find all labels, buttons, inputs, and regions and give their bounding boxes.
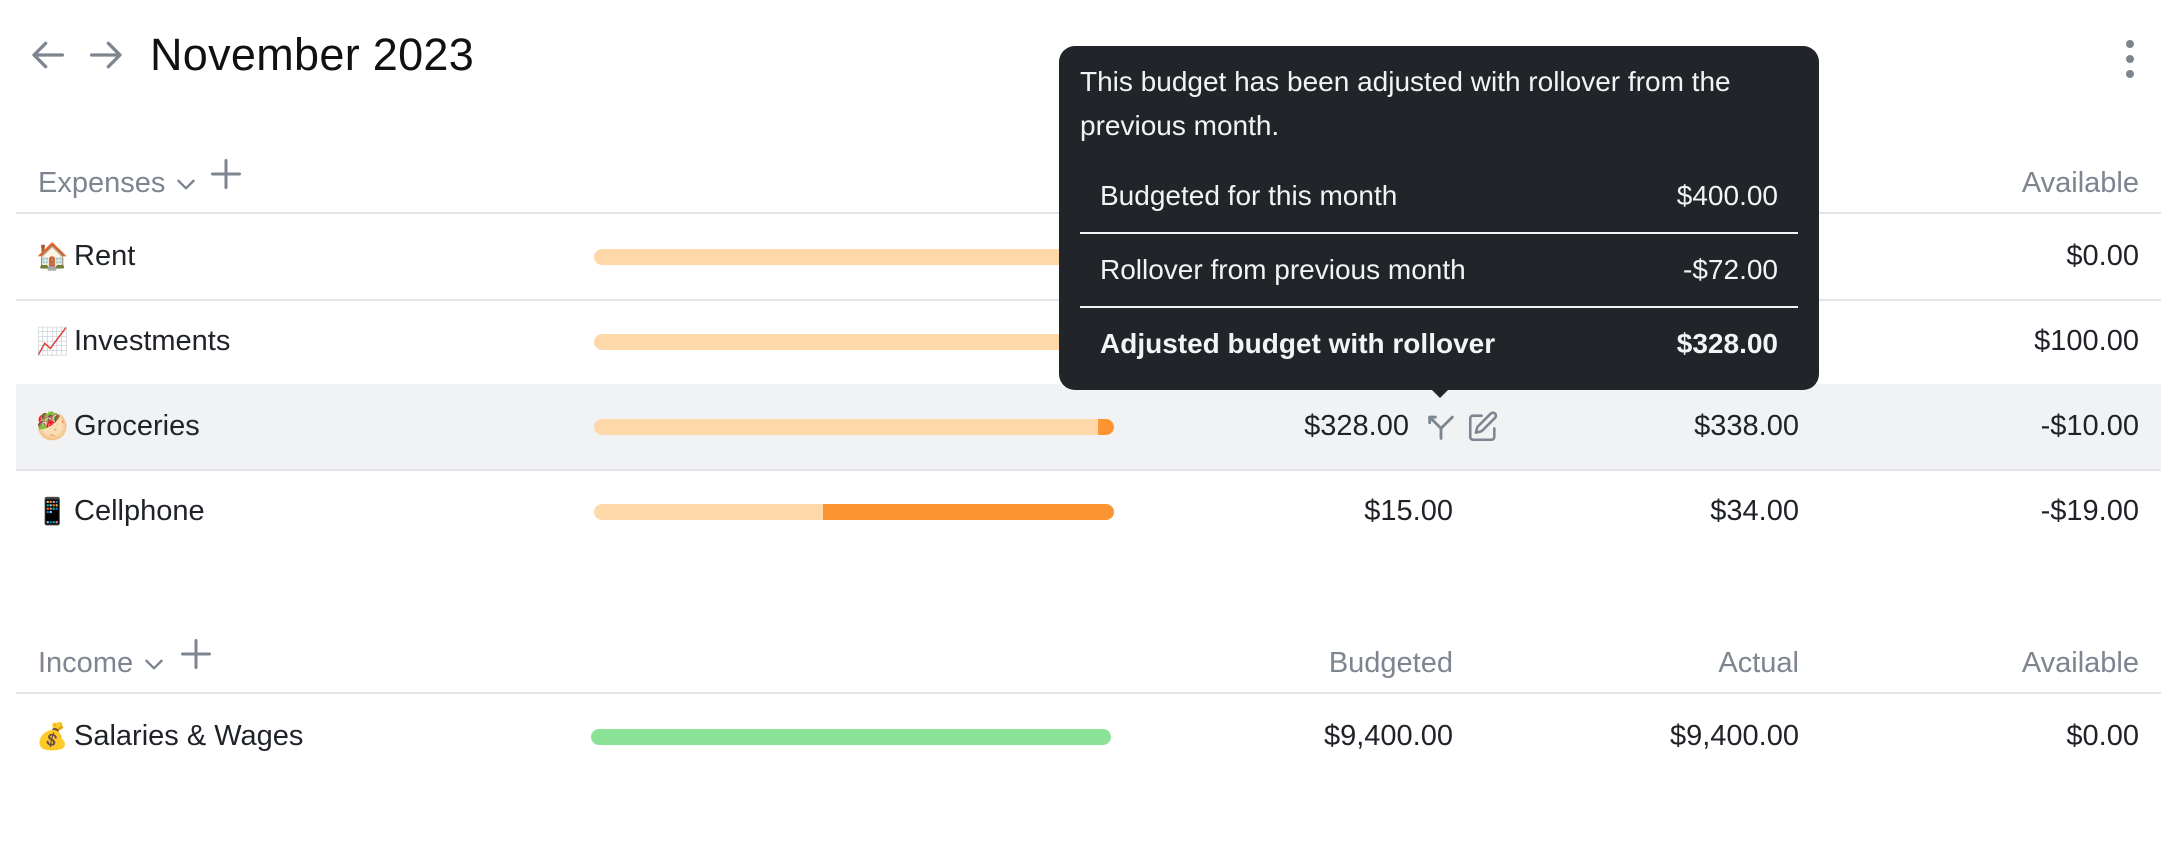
expense-row-cellphone[interactable]: 📱 Cellphone $15.00 $34.00 -$19.00	[16, 469, 2161, 554]
tooltip-row-adjusted: Adjusted budget with rollover $328.00	[1080, 308, 1798, 380]
page-header: November 2023	[24, 22, 474, 88]
actual-amount: $34.00	[1710, 495, 1799, 527]
tooltip-row-budgeted: Budgeted for this month $400.00	[1080, 160, 1798, 234]
tooltip-arrow	[1430, 388, 1450, 398]
more-options-button[interactable]	[2112, 24, 2148, 94]
edit-icon[interactable]	[1466, 410, 1500, 444]
overspent-fill	[1098, 419, 1114, 435]
progress-bar	[594, 419, 1114, 435]
chevron-down-icon	[145, 659, 163, 670]
progress-bar	[591, 729, 1111, 745]
category-name: Groceries	[74, 410, 200, 442]
overspent-fill	[823, 504, 1114, 520]
house-icon: 🏠	[36, 241, 69, 271]
tooltip-value: $400.00	[1676, 180, 1778, 211]
available-amount: $0.00	[2066, 720, 2139, 752]
tooltip-row-rollover: Rollover from previous month -$72.00	[1080, 234, 1798, 308]
income-header: Income Budgeted Actual Available	[16, 630, 2161, 694]
available-amount: -$10.00	[2040, 410, 2139, 442]
income-row-salaries[interactable]: 💰 Salaries & Wages $9,400.00 $9,400.00 $…	[16, 694, 2161, 779]
expense-row-groceries[interactable]: 🥙 Groceries $328.00 $338.00 -$10.00	[16, 384, 2161, 471]
more-vertical-icon	[2126, 40, 2134, 48]
add-income-icon[interactable]	[178, 636, 214, 672]
tooltip-value: -$72.00	[1683, 254, 1778, 285]
rollover-tooltip: This budget has been adjusted with rollo…	[1059, 46, 1819, 390]
tooltip-label: Budgeted for this month	[1100, 180, 1398, 211]
chevron-down-icon	[177, 179, 196, 190]
income-actual-header: Actual	[1718, 647, 1799, 679]
money-bag-icon: 💰	[36, 721, 69, 751]
category-name: Cellphone	[74, 495, 205, 527]
progress-bar	[594, 334, 1114, 350]
income-toggle[interactable]: Income	[38, 647, 167, 680]
arrow-left-icon	[32, 41, 64, 69]
chart-increasing-icon: 📈	[36, 326, 69, 356]
page-title: November 2023	[150, 29, 475, 80]
available-amount: $100.00	[2034, 325, 2139, 357]
expenses-toggle[interactable]: Expenses	[38, 167, 199, 200]
progress-bar	[594, 504, 1114, 520]
income-title: Income	[38, 647, 134, 679]
income-budgeted-header: Budgeted	[1328, 647, 1453, 679]
actual-amount: $9,400.00	[1669, 720, 1799, 752]
mobile-phone-icon: 📱	[36, 496, 69, 526]
rollover-icon[interactable]	[1424, 410, 1458, 444]
add-expense-icon[interactable]	[208, 156, 244, 192]
budgeted-amount: $328.00	[1304, 410, 1409, 442]
available-amount: -$19.00	[2040, 495, 2139, 527]
arrow-right-icon	[90, 41, 122, 69]
category-name: Rent	[74, 240, 136, 272]
available-amount: $0.00	[2066, 240, 2139, 272]
stuffed-flatbread-icon: 🥙	[36, 411, 69, 441]
expenses-title: Expenses	[38, 167, 166, 199]
income-available-header: Available	[2021, 647, 2139, 679]
progress-bar	[594, 249, 1114, 265]
budgeted-amount: $9,400.00	[1323, 720, 1453, 752]
category-name: Salaries & Wages	[74, 720, 304, 752]
tooltip-label: Adjusted budget with rollover	[1100, 328, 1496, 359]
next-month-button[interactable]	[80, 30, 130, 80]
budgeted-amount: $15.00	[1364, 495, 1453, 527]
previous-month-button[interactable]	[24, 30, 74, 80]
tooltip-label: Rollover from previous month	[1100, 254, 1466, 285]
expenses-available-header: Available	[2021, 167, 2139, 199]
category-name: Investments	[74, 325, 231, 357]
budget-page: November 2023 Expenses Available 🏠 Rent …	[0, 0, 2172, 844]
actual-amount: $338.00	[1694, 410, 1799, 442]
tooltip-message: This budget has been adjusted with rollo…	[1080, 66, 1731, 141]
tooltip-value: $328.00	[1676, 328, 1778, 359]
